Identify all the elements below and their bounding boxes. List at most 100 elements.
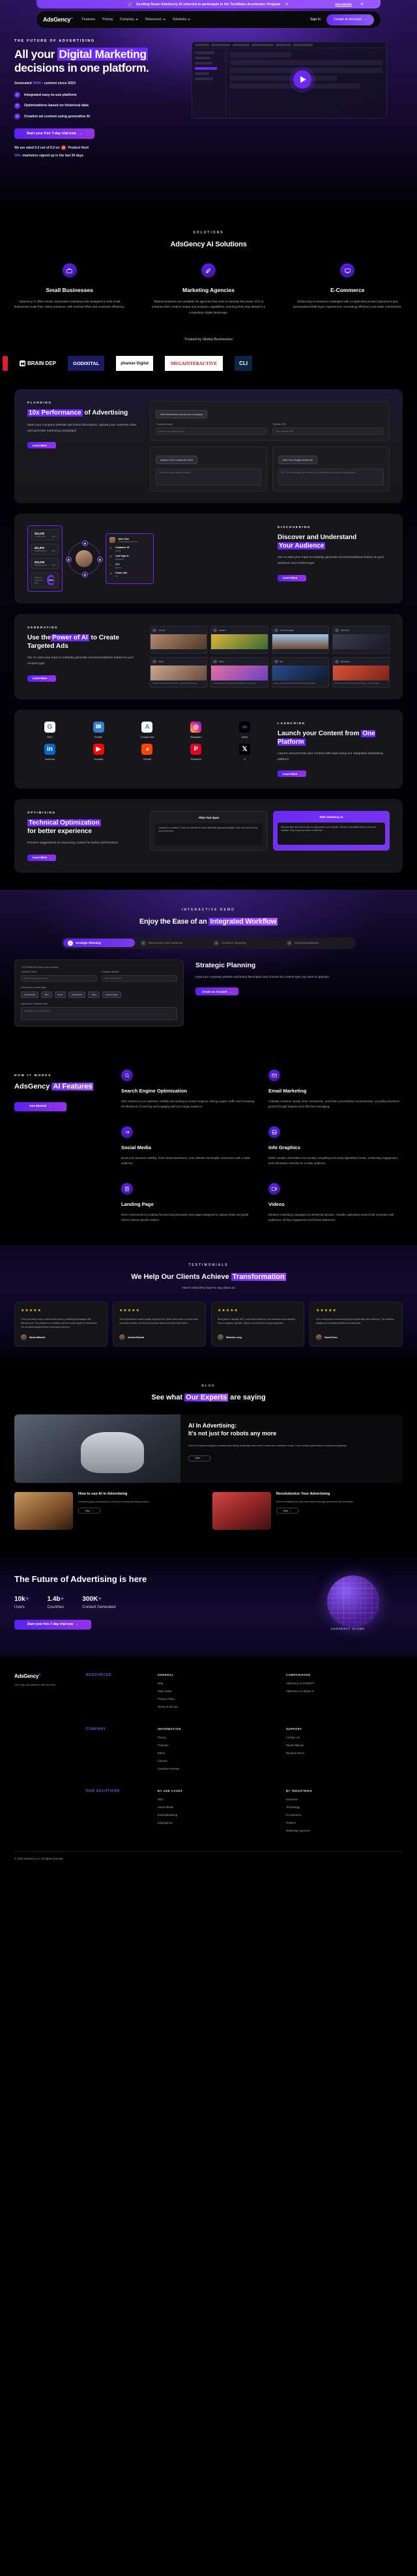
arrow-right-icon: → bbox=[363, 18, 367, 22]
footer-col-by-use-cases: BY USE CASES SEO Social Media Email Mark… bbox=[158, 1789, 274, 1837]
ad-card: Beard Unlock the power of creative hair w… bbox=[210, 657, 268, 688]
see-details-link[interactable]: See Details bbox=[335, 3, 352, 6]
feature-card-launching: G SEO ✉ Emails A Google Ads ◎ Instagram ∞ Met… bbox=[14, 710, 403, 789]
footer-link-infographics[interactable]: Infographics bbox=[158, 1821, 274, 1824]
footer-link-careers[interactable]: Careers bbox=[158, 1759, 274, 1763]
upload-data-text[interactable]: Connect to your customer dataset bbox=[156, 469, 261, 486]
announcement-bar[interactable]: 🎉 Exciting News! AdsGency AI selected to… bbox=[36, 0, 381, 8]
website-url-input[interactable]: Enter website URL bbox=[272, 428, 384, 435]
nav-item-solutions[interactable]: Solutions bbox=[173, 18, 191, 22]
hero-eyebrow: THE FUTURE OF ADVERTISING bbox=[14, 39, 95, 43]
nav-item-resources[interactable]: Resources bbox=[145, 18, 165, 22]
platform-seo[interactable]: G SEO bbox=[27, 722, 72, 739]
footer-link-privacy-policy[interactable]: Privacy Policy bbox=[158, 1697, 274, 1701]
future-title: The Future of Advertising is here bbox=[14, 1573, 147, 1584]
tab-strategic-planning[interactable]: 1 Strategic Planning bbox=[63, 939, 135, 948]
future-trial-button[interactable]: Start your free 7-day trial now → bbox=[14, 1619, 91, 1630]
footer-section-resources: RESOURCES bbox=[86, 1673, 111, 1678]
demo-title: Enjoy the Ease of an Integrated Workflow bbox=[139, 917, 278, 926]
learn-more-button[interactable]: Learn More → bbox=[27, 442, 56, 449]
close-icon[interactable]: ✕ bbox=[360, 2, 364, 7]
blog-post-card[interactable]: Revolutionize Your Advertising Discover … bbox=[212, 1492, 403, 1530]
chip-landing-page[interactable]: Landing Page bbox=[102, 991, 121, 998]
footer-logo[interactable]: AdsGency AI bbox=[14, 1673, 86, 1679]
play-icon[interactable] bbox=[293, 70, 311, 89]
footer-link-technology[interactable]: Technology bbox=[286, 1806, 403, 1809]
nav-item-features[interactable]: Features bbox=[82, 18, 95, 22]
footer-link-request-demo[interactable]: Request Demo bbox=[286, 1751, 403, 1755]
rating-stars: ★★★★★ bbox=[21, 1308, 42, 1313]
tab-recommendations[interactable]: 4 Recommendations bbox=[282, 939, 354, 947]
footer-link-style-guide[interactable]: Style Guide bbox=[158, 1690, 274, 1693]
footer-link-blog[interactable]: Blog bbox=[158, 1682, 274, 1685]
chip-infographics[interactable]: Infographics bbox=[68, 991, 86, 998]
globe-graphic: ADSGENCY GLOBE bbox=[318, 1572, 403, 1632]
tab-discovering-your-audience[interactable]: 2 Discovering Your Audience bbox=[136, 939, 208, 947]
platform-pinterest[interactable]: P Pinterest bbox=[173, 744, 218, 761]
footer-link-vs-jasper[interactable]: AdsGency vs Jasper AI bbox=[286, 1690, 403, 1693]
featured-post[interactable]: AI In Advertising: It's not just for robo… bbox=[14, 1414, 403, 1484]
footer-link-email-marketing[interactable]: Email Marketing bbox=[158, 1813, 274, 1817]
learn-more-button[interactable]: Learn More → bbox=[27, 675, 56, 682]
learn-more-button[interactable]: Learn More → bbox=[278, 574, 306, 581]
platform-linkedin[interactable]: in Linkedin bbox=[27, 744, 72, 761]
demo-upload-dropzone[interactable]: Drag and drop your file here bbox=[21, 1006, 177, 1020]
company-name-input[interactable]: Enter your company name bbox=[156, 428, 267, 435]
footer-link-features[interactable]: Features bbox=[158, 1744, 274, 1747]
sign-in-link[interactable]: Sign In bbox=[310, 18, 321, 22]
footer-link-ethics[interactable]: Ethics bbox=[158, 1751, 274, 1755]
platform-x[interactable]: 𝕏X bbox=[222, 744, 267, 761]
logo[interactable]: AdsGency AI bbox=[43, 16, 73, 23]
solution-desc: Tailored solutions are available for age… bbox=[152, 300, 265, 314]
footer-link-customer-review[interactable]: Customer Review bbox=[158, 1767, 274, 1770]
ad-card: Noxias Transform your hair care with infu… bbox=[150, 657, 208, 688]
footer-link-pricing[interactable]: Pricing bbox=[158, 1736, 274, 1739]
footer-link-finance[interactable]: Finance bbox=[286, 1821, 403, 1824]
target-audience-text[interactable]: EX: TAM, businesses, pet owners, pets & … bbox=[278, 469, 384, 486]
chip-email[interactable]: Email bbox=[54, 991, 66, 998]
create-account-button[interactable]: Create an Account → bbox=[326, 14, 374, 25]
avatar bbox=[274, 660, 278, 664]
footer-link-vs-chatgpt[interactable]: AdsGency vs ChatGPT bbox=[286, 1682, 403, 1685]
learn-more-button[interactable]: Learn More → bbox=[278, 770, 306, 778]
view-post-button[interactable]: View → bbox=[78, 1508, 100, 1514]
footer-link-insurance[interactable]: Insurance bbox=[286, 1798, 403, 1801]
demo-create-account-button[interactable]: Create an Account → bbox=[195, 988, 238, 996]
platform-meta[interactable]: ∞ Meta bbox=[222, 722, 267, 739]
tab-audience-targeting[interactable]: 3 Audience Targeting bbox=[209, 939, 281, 947]
demo-company-website-input[interactable]: Enter website URL bbox=[101, 974, 177, 982]
footer-link-ecommerce[interactable]: E-commerce bbox=[286, 1813, 403, 1817]
chip-video[interactable]: Video bbox=[88, 991, 100, 998]
platform-google-ads[interactable]: A Google Ads bbox=[125, 722, 170, 739]
get-started-button[interactable]: Get Started → bbox=[14, 1102, 66, 1111]
monitor-icon bbox=[340, 263, 355, 278]
platform-reddit[interactable]: ◕ Reddit bbox=[125, 744, 170, 761]
view-post-button[interactable]: View → bbox=[276, 1508, 298, 1514]
demo-steps: 1 Strategic Planning 2 Discovering Your Au… bbox=[61, 937, 356, 949]
nav-item-pricing[interactable]: Pricing bbox=[102, 18, 113, 22]
featured-post-desc: How AI is transforming the modern advert… bbox=[188, 1444, 347, 1447]
demo-company-name-input[interactable]: Enter your company name bbox=[21, 974, 97, 982]
platform-instagram[interactable]: ◎ Instagram bbox=[173, 722, 218, 739]
card-kicker: DISCOVERING bbox=[278, 525, 311, 529]
briefcase-icon bbox=[62, 263, 77, 278]
footer-link-seo[interactable]: SEO bbox=[158, 1798, 274, 1801]
footer-link-report-misuse[interactable]: Report Misuse bbox=[286, 1744, 403, 1747]
nav-item-company[interactable]: Company bbox=[120, 18, 139, 22]
platform-emails[interactable]: ✉ Emails bbox=[76, 722, 121, 739]
footer-link-contact-us[interactable]: Contact Us bbox=[286, 1736, 403, 1739]
avatar bbox=[316, 1334, 322, 1341]
plain-text-panel: Plain Text Input Looking for a vacation?… bbox=[150, 811, 268, 851]
chip-social-media[interactable]: Social Media bbox=[21, 991, 39, 998]
orbit-node-icon: ◆ bbox=[81, 540, 88, 546]
learn-more-button[interactable]: Learn More → bbox=[27, 854, 56, 861]
blog-section: BLOG See what Our Experts are saying AI … bbox=[0, 1368, 417, 1550]
footer-link-marketing-agencies[interactable]: Marketing Agencies bbox=[286, 1829, 403, 1832]
view-post-button[interactable]: View → bbox=[188, 1455, 210, 1461]
footer-link-terms-of-service[interactable]: Terms of Service bbox=[158, 1705, 274, 1708]
chip-seo[interactable]: SEO bbox=[41, 991, 52, 998]
start-trial-button[interactable]: Start your free 7-day trial now → bbox=[14, 128, 94, 139]
platform-youtube[interactable]: ▶ Youtube bbox=[76, 744, 121, 761]
footer-link-social-media[interactable]: Social Media bbox=[158, 1806, 274, 1809]
blog-post-card[interactable]: How to use AI in Advertising A practical… bbox=[14, 1492, 205, 1530]
